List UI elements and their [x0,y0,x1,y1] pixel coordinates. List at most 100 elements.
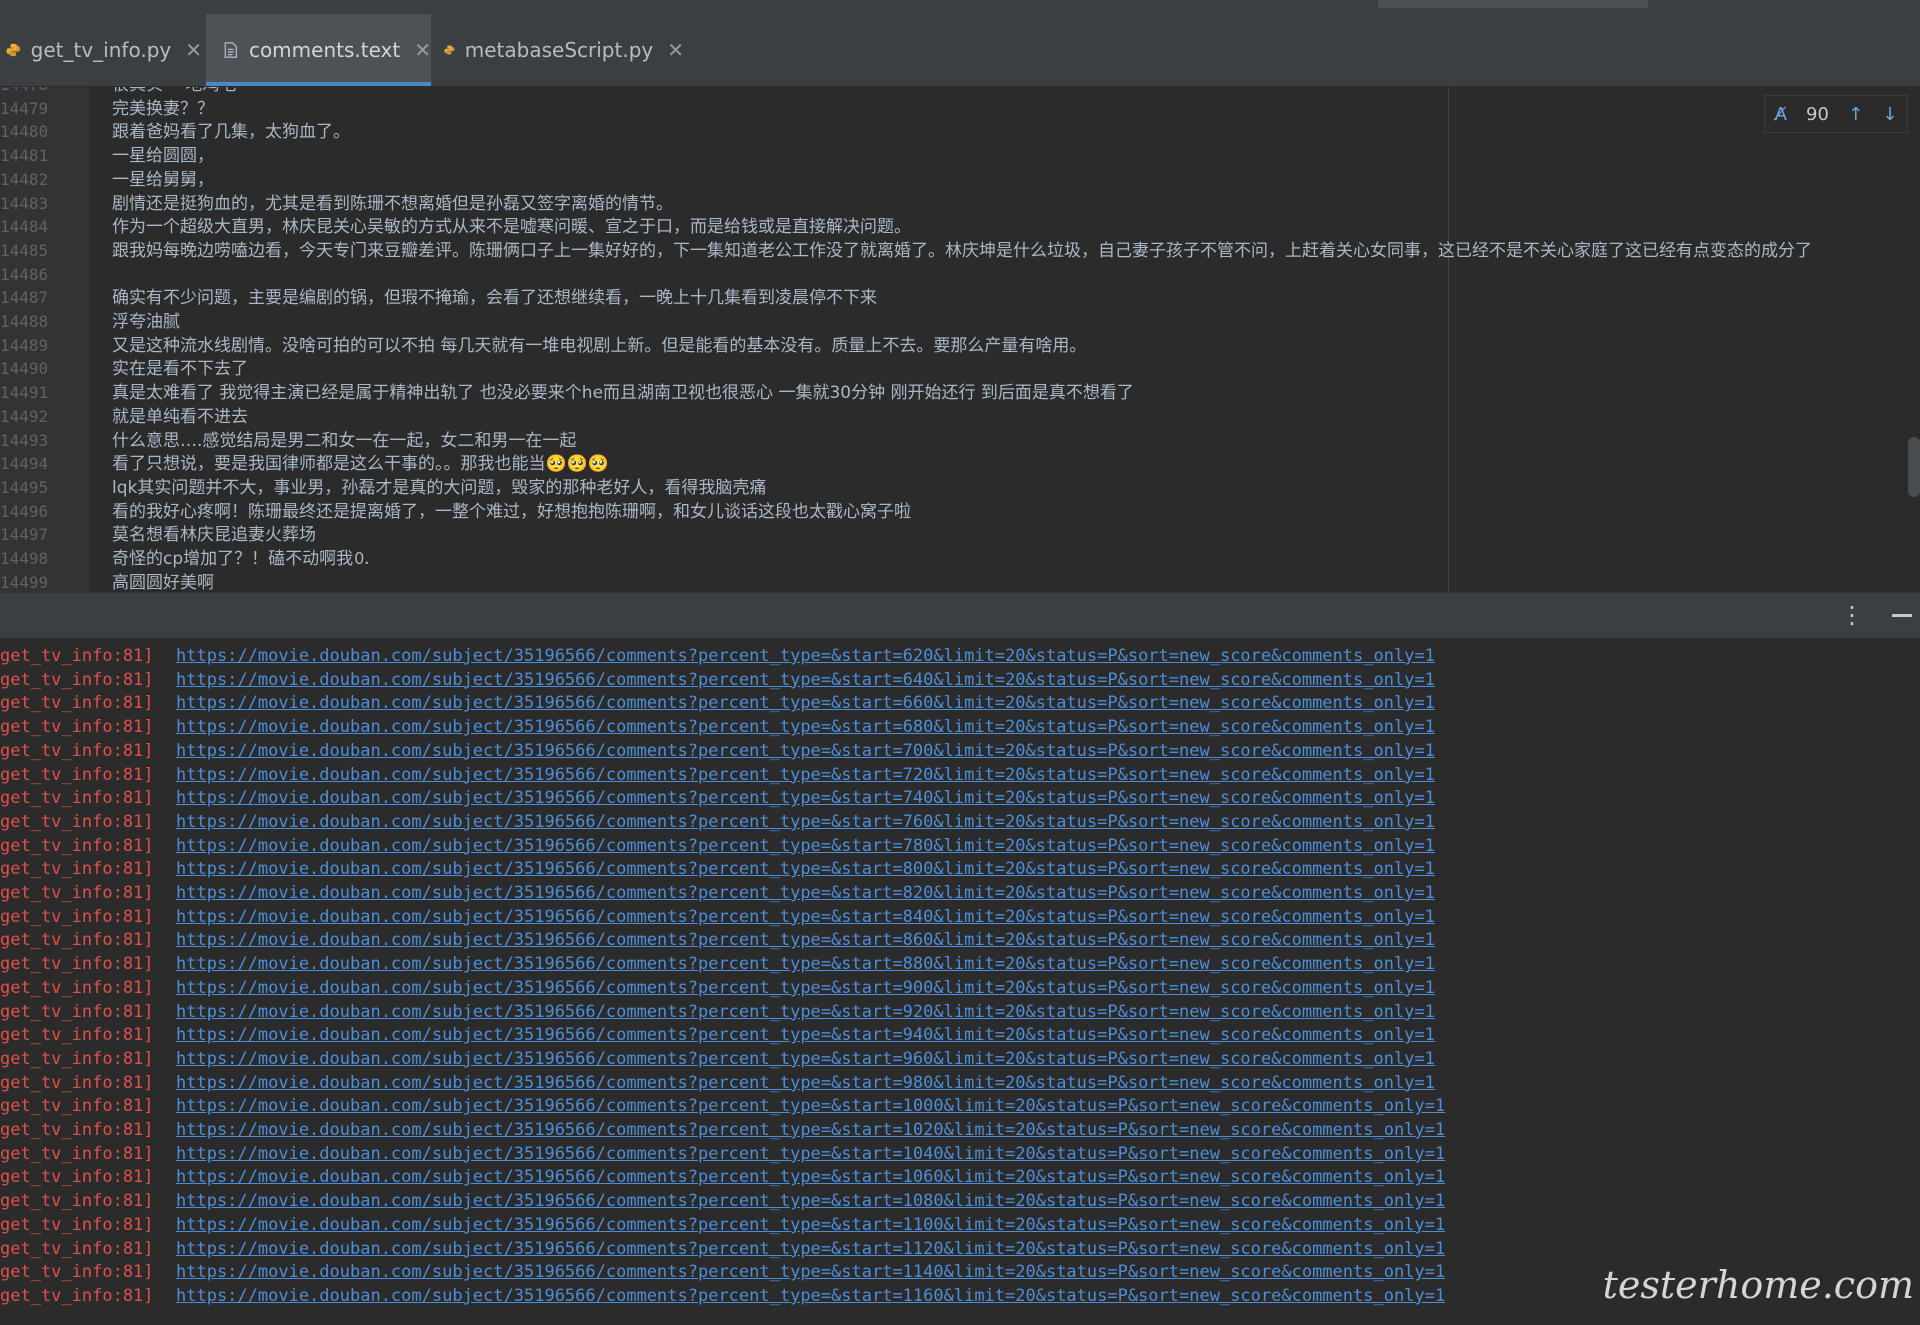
editor-line: 14486 [0,263,1920,287]
line-number: 14482 [0,169,49,189]
console-link[interactable]: https://movie.douban.com/subject/3519656… [176,1120,1445,1140]
previous-highlight-icon[interactable]: ↑ [1848,104,1863,125]
console-link[interactable]: https://movie.douban.com/subject/3519656… [176,1262,1445,1282]
watermark: testerhome.com [1602,1263,1914,1307]
console-link[interactable]: https://movie.douban.com/subject/3519656… [176,741,1435,761]
console-link[interactable]: https://movie.douban.com/subject/3519656… [176,1144,1445,1164]
python-file-icon [6,43,21,57]
console-line: get_tv_info:81] https://movie.douban.com/… [0,1142,1445,1166]
editor-line: 14498 奇怪的cp增加了？！磕不动啊我🄀 [0,547,1920,571]
line-text: lqk其实问题并不大，事业男，孙磊才是真的大问题，毁家的那种老好人，看得我脑壳痛 [112,477,767,498]
editor-scrollbar[interactable] [1908,437,1920,497]
log-source-prefix: get_tv_info:81] [0,669,154,690]
editor-tab-bar: get_tv_info.py ✕ comments.text ✕ metabas… [0,0,1920,87]
log-source-prefix: get_tv_info:81] [0,1238,154,1259]
console-link[interactable]: https://movie.douban.com/subject/3519656… [176,693,1435,713]
text-editor[interactable]: 14478 很真实 一地鸡毛 14479 完美换妻？？ 14480 跟着爸妈看了几集，太狗… [0,87,1920,592]
console-link[interactable]: https://movie.douban.com/subject/3519656… [176,717,1435,737]
editor-line: 14485 跟我妈每晚边唠嗑边看，今天专门来豆瓣差评。陈珊俩口子上一集好好的，下一… [0,239,1920,263]
console-link[interactable]: https://movie.douban.com/subject/3519656… [176,907,1435,927]
log-source-prefix: get_tv_info:81] [0,1143,154,1164]
log-source-prefix: get_tv_info:81] [0,1025,154,1046]
tab-comments-text[interactable]: comments.text ✕ [206,14,431,86]
close-icon[interactable]: ✕ [185,38,202,62]
console-link[interactable]: https://movie.douban.com/subject/3519656… [176,1191,1445,1211]
line-text: 什么意思….感觉结局是男二和女一在一起，女二和男一在一起 [112,430,577,451]
console-link[interactable]: https://movie.douban.com/subject/3519656… [176,812,1435,832]
console-link[interactable]: https://movie.douban.com/subject/3519656… [176,1025,1435,1045]
console-line: get_tv_info:81] https://movie.douban.com/… [0,1071,1435,1095]
toolbar-strip [1378,0,1648,8]
line-number: 14487 [0,288,49,308]
console-link[interactable]: https://movie.douban.com/subject/3519656… [176,788,1435,808]
line-number: 14483 [0,193,49,213]
line-text: 奇怪的cp增加了？！磕不动啊我🄀 [112,549,371,569]
run-panel-header: ⋮ [0,592,1920,639]
editor-line: 14487 确实有不少问题，主要是编剧的锅，但瑕不掩瑜，会看了还想继续看，一晚上十… [0,286,1920,310]
console-line: get_tv_info:81] https://movie.douban.com/… [0,786,1435,810]
line-number: 14491 [0,383,49,403]
line-text: 实在是看不下去了 [112,359,248,380]
line-number: 14495 [0,477,49,497]
console-link[interactable]: https://movie.douban.com/subject/3519656… [176,765,1435,785]
line-text: 完美换妻？？ [112,98,214,119]
console-link[interactable]: https://movie.douban.com/subject/3519656… [176,978,1435,998]
line-number: 14492 [0,406,49,426]
console-line: get_tv_info:81] https://movie.douban.com/… [0,952,1435,976]
editor-line: 14478 很真实 一地鸡毛 [0,87,1920,97]
console-line: get_tv_info:81] https://movie.douban.com/… [0,691,1435,715]
line-text: 一星给圆圆， [112,146,214,167]
tab-get-tv-info[interactable]: get_tv_info.py ✕ [0,14,202,86]
console-link[interactable]: https://movie.douban.com/subject/3519656… [176,670,1435,690]
log-source-prefix: get_tv_info:81] [0,883,154,903]
console-link[interactable]: https://movie.douban.com/subject/3519656… [176,930,1435,950]
more-options-icon[interactable]: ⋮ [1840,601,1864,629]
console-link[interactable]: https://movie.douban.com/subject/3519656… [176,883,1435,903]
editor-line: 14494 看了只想说，要是我国律师都是这么干事的。。那我也能当🥺🥺🥺 [0,452,1920,476]
console-line: get_tv_info:81] https://movie.douban.com/… [0,1165,1445,1189]
log-source-prefix: get_tv_info:81] [0,1262,154,1283]
editor-line: 14491 真是太难看了 我觉得主演已经是属于精神出轨了 也没必要来个he而且湖南… [0,381,1920,405]
next-highlight-icon[interactable]: ↓ [1882,104,1897,125]
console-link[interactable]: https://movie.douban.com/subject/3519656… [176,954,1435,974]
console-link[interactable]: https://movie.douban.com/subject/3519656… [176,859,1435,879]
log-source-prefix: get_tv_info:81] [0,646,154,666]
console-link[interactable]: https://movie.douban.com/subject/3519656… [176,1096,1445,1116]
console-line: get_tv_info:81] https://movie.douban.com/… [0,928,1435,952]
console-link[interactable]: https://movie.douban.com/subject/3519656… [176,646,1435,666]
console-line: get_tv_info:81] https://movie.douban.com/… [0,1047,1435,1071]
console-line: get_tv_info:81] https://movie.douban.com/… [0,1023,1435,1047]
log-source-prefix: get_tv_info:81] [0,930,154,951]
console-line: get_tv_info:81] https://movie.douban.com/… [0,810,1435,834]
line-number: 14497 [0,525,49,545]
log-source-prefix: get_tv_info:81] [0,1072,154,1093]
console-line: get_tv_info:81] https://movie.douban.com/… [0,881,1435,905]
console-link[interactable]: https://movie.douban.com/subject/3519656… [176,1215,1445,1235]
console-link[interactable]: https://movie.douban.com/subject/3519656… [176,1073,1435,1093]
inspection-widget[interactable]: A̸ 90 ↑ ↓ [1764,95,1908,133]
console-link[interactable]: https://movie.douban.com/subject/3519656… [176,1167,1445,1187]
close-icon[interactable]: ✕ [414,38,431,62]
tab-metabase-script[interactable]: metabaseScript.py ✕ [444,14,684,86]
console-link[interactable]: https://movie.douban.com/subject/3519656… [176,1002,1435,1022]
line-text: 真是太难看了 我觉得主演已经是属于精神出轨了 也没必要来个he而且湖南卫视也很恶… [112,383,1134,404]
console-link[interactable]: https://movie.douban.com/subject/3519656… [176,1239,1445,1259]
close-icon[interactable]: ✕ [667,38,684,62]
console-line: get_tv_info:81] https://movie.douban.com/… [0,1118,1445,1142]
console-line: get_tv_info:81] https://movie.douban.com/… [0,1094,1445,1118]
run-console[interactable]: get_tv_info:81] https://movie.douban.com/… [0,638,1920,1325]
log-source-prefix: get_tv_info:81] [0,1214,154,1235]
editor-line: 14483 剧情还是挺狗血的，尤其是看到陈珊不想离婚但是孙磊又签字离婚的情节。 [0,192,1920,216]
console-link[interactable]: https://movie.douban.com/subject/3519656… [176,836,1435,856]
minimize-icon[interactable] [1892,614,1912,617]
console-link[interactable]: https://movie.douban.com/subject/3519656… [176,1286,1445,1306]
console-link[interactable]: https://movie.douban.com/subject/3519656… [176,1049,1435,1069]
editor-line: 14482 一星给舅舅， [0,168,1920,192]
editor-line: 14480 跟着爸妈看了几集，太狗血了。 [0,120,1920,144]
console-line: get_tv_info:81] https://movie.douban.com/… [0,1189,1445,1213]
log-source-prefix: get_tv_info:81] [0,717,154,738]
console-line: get_tv_info:81] https://movie.douban.com/… [0,715,1435,739]
line-text: 剧情还是挺狗血的，尤其是看到陈珊不想离婚但是孙磊又签字离婚的情节。 [112,193,673,214]
line-text: 跟着爸妈看了几集，太狗血了。 [112,122,350,143]
log-source-prefix: get_tv_info:81] [0,1048,154,1069]
